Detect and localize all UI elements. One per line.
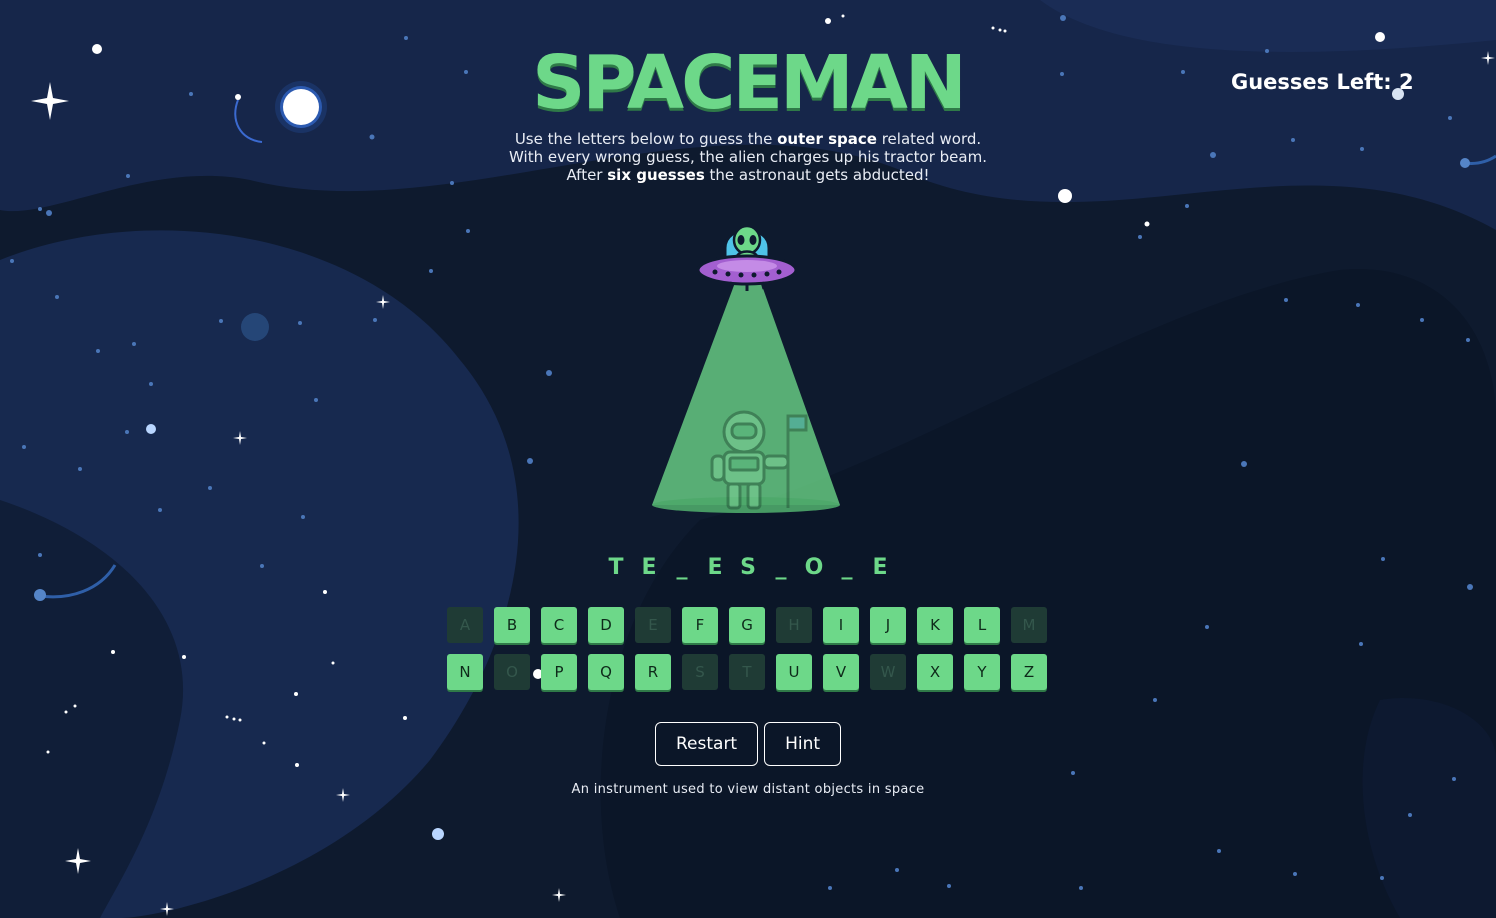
letter-key-b[interactable]: B <box>494 607 530 643</box>
word-letter-slot: S <box>740 555 756 580</box>
word-letter-slot: E <box>872 555 888 580</box>
letter-key-q[interactable]: Q <box>588 654 624 690</box>
letter-key-t: T <box>729 654 765 690</box>
keyboard-row-1: ABCDEFGHIJKLM <box>447 607 1057 643</box>
letter-key-d[interactable]: D <box>588 607 624 643</box>
word-letter-slot: T <box>608 555 624 580</box>
letter-key-s: S <box>682 654 718 690</box>
letter-key-w: W <box>870 654 906 690</box>
keyboard-row-2: NOPQRSTUVWXYZ <box>447 654 1057 690</box>
letter-key-c[interactable]: C <box>541 607 577 643</box>
instructions-text: After <box>566 166 608 184</box>
letter-key-f[interactable]: F <box>682 607 718 643</box>
letter-key-a: A <box>447 607 483 643</box>
letter-key-p[interactable]: P <box>541 654 577 690</box>
word-letter-slot: O <box>804 555 824 580</box>
word-letter-slot: E <box>707 555 723 580</box>
letter-key-k[interactable]: K <box>917 607 953 643</box>
letter-key-j[interactable]: J <box>870 607 906 643</box>
instructions-text: Use the letters below to guess the <box>514 130 778 148</box>
letter-key-g[interactable]: G <box>729 607 765 643</box>
instructions-line-2: With every wrong guess, the alien charge… <box>509 148 987 166</box>
instructions: Use the letters below to guess the outer… <box>0 130 1496 184</box>
word-display: T E _ E S _ O _ E <box>0 555 1496 580</box>
word-letter-slot: _ <box>676 555 688 580</box>
letter-keyboard: ABCDEFGHIJKLM NOPQRSTUVWXYZ <box>447 607 1057 701</box>
letter-key-e: E <box>635 607 671 643</box>
letter-key-x[interactable]: X <box>917 654 953 690</box>
instructions-text: the astronaut gets abducted! <box>704 166 930 184</box>
instructions-line-3: After six guesses the astronaut gets abd… <box>0 166 1496 184</box>
instructions-emphasis: outer space <box>777 130 877 148</box>
instructions-emphasis: six guesses <box>607 166 705 184</box>
hint-button[interactable]: Hint <box>764 722 842 766</box>
hint-text: An instrument used to view distant objec… <box>571 782 925 797</box>
letter-key-u[interactable]: U <box>776 654 812 690</box>
alien-ufo-icon <box>696 224 798 291</box>
letter-key-o: O <box>494 654 530 690</box>
letter-key-z[interactable]: Z <box>1011 654 1047 690</box>
restart-button[interactable]: Restart <box>655 722 759 766</box>
guesses-left-value: 2 <box>1399 70 1414 94</box>
letter-key-i[interactable]: I <box>823 607 859 643</box>
instructions-line-1: Use the letters below to guess the outer… <box>0 130 1496 148</box>
letter-key-r[interactable]: R <box>635 654 671 690</box>
letter-key-l[interactable]: L <box>964 607 1000 643</box>
abduction-scene <box>652 224 840 513</box>
word-letter-slot: _ <box>841 555 853 580</box>
word-letter-slot: _ <box>775 555 787 580</box>
guesses-left-counter: Guesses Left: 2 <box>1231 70 1414 94</box>
letter-key-n[interactable]: N <box>447 654 483 690</box>
guesses-left-label: Guesses Left: <box>1231 70 1392 94</box>
control-buttons: Restart Hint <box>655 722 842 766</box>
letter-key-v[interactable]: V <box>823 654 859 690</box>
instructions-text: related word. <box>876 130 982 148</box>
letter-key-m: M <box>1011 607 1047 643</box>
word-letter-slot: E <box>641 555 657 580</box>
letter-key-h: H <box>776 607 812 643</box>
letter-key-y[interactable]: Y <box>964 654 1000 690</box>
